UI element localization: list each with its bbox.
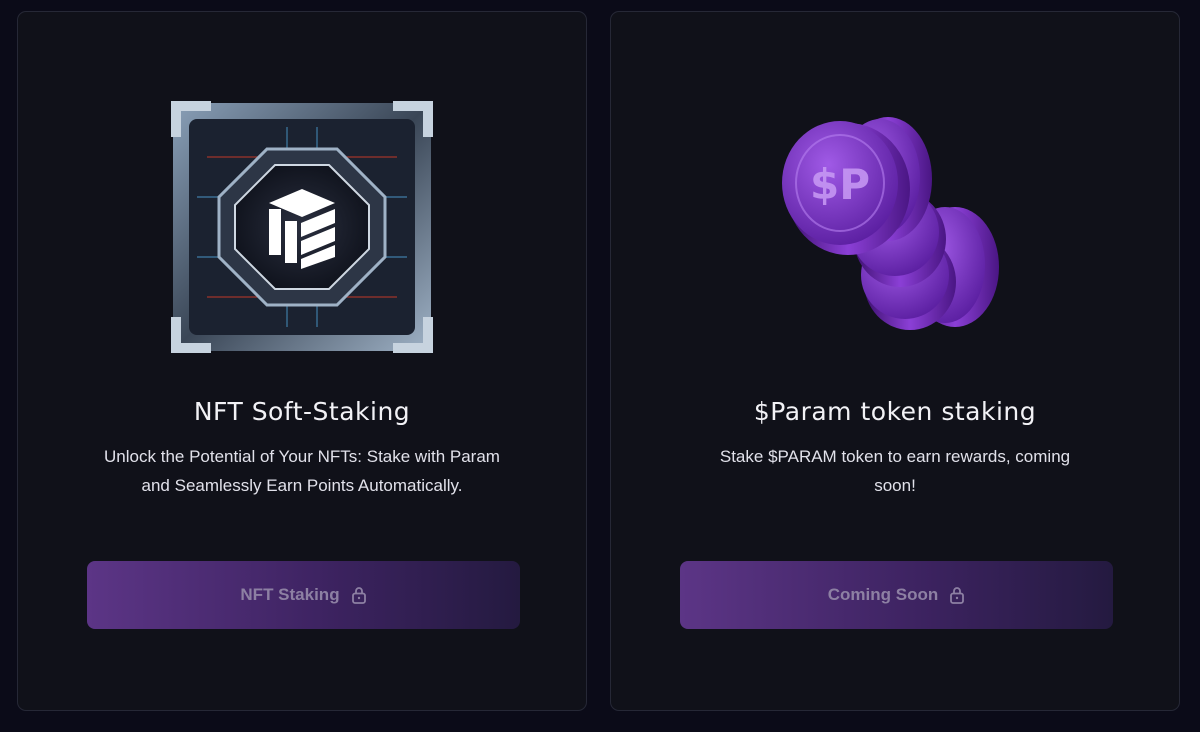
lock-icon xyxy=(351,586,367,604)
card-description: Stake $PARAM token to earn rewards, comi… xyxy=(719,447,1071,495)
param-token-staking-card: $P $Param token staking Stake $PARAM tok… xyxy=(610,11,1180,711)
button-label: Coming Soon xyxy=(827,585,939,604)
coin-symbol: $P xyxy=(810,160,870,209)
param-coins-image: $P xyxy=(782,117,999,330)
nft-staking-button[interactable]: NFT Staking xyxy=(87,561,520,629)
lock-icon xyxy=(949,586,965,604)
nft-soft-staking-card: NFT Soft-Staking Unlock the Potential of… xyxy=(17,11,587,711)
button-label: NFT Staking xyxy=(240,585,340,604)
nft-core-image xyxy=(171,101,433,353)
card-title: $Param token staking xyxy=(753,397,1037,426)
coming-soon-button[interactable]: Coming Soon xyxy=(680,561,1113,629)
card-description: Unlock the Potential of Your NFTs: Stake… xyxy=(104,447,500,495)
staking-page: NFT Soft-Staking Unlock the Potential of… xyxy=(0,0,1200,732)
card-title: NFT Soft-Staking xyxy=(193,397,411,426)
